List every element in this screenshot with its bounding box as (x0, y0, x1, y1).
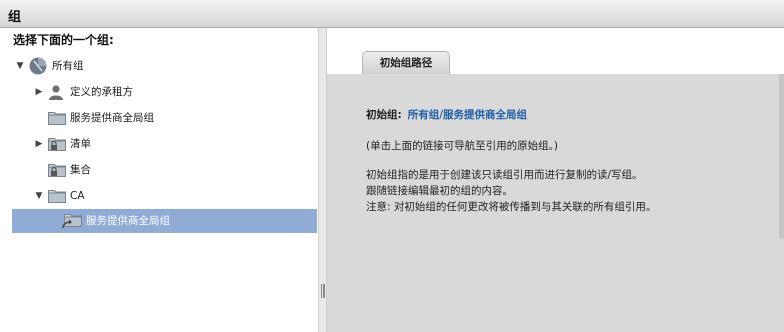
window-title-bar: 组 (0, 0, 784, 28)
tree-item-sp-global-group[interactable]: 服务提供商全局组 (12, 106, 317, 130)
initial-group-line: 初始组: 所有组/服务提供商全局组 (366, 107, 527, 122)
window-title: 组 (8, 10, 22, 25)
tree-item-ca[interactable]: ▼ CA (12, 184, 317, 208)
initial-group-link[interactable]: 所有组/服务提供商全局组 (408, 109, 527, 121)
splitter-grip-icon[interactable] (321, 284, 325, 298)
tree-item-label: 清单 (70, 138, 91, 150)
tree-item-collections[interactable]: 集合 (12, 158, 317, 182)
folder-icon (48, 190, 66, 203)
description-line-3: 注意: 对初始组的任何更改将被传播到与其关联的所有组引用。 (366, 201, 657, 213)
description-line-1: 初始组指的是用于创建该只读组引用而进行复制的读/写组。 (366, 169, 643, 181)
tree-item-label: 所有组 (52, 60, 84, 72)
tree-item-label: 服务提供商全局组 (86, 215, 170, 227)
tree-item-sp-global-group-reference[interactable]: 服务提供商全局组 (12, 209, 317, 233)
expand-toggle-icon[interactable]: ▶ (34, 80, 44, 104)
initial-group-label: 初始组: (366, 109, 402, 121)
right-scrollbar[interactable] (779, 74, 784, 239)
tree-item-all-groups[interactable]: ▼ 所有组 (12, 54, 317, 78)
linked-folder-icon (62, 214, 82, 229)
folder-icon (48, 112, 66, 125)
panel-splitter[interactable] (318, 28, 327, 332)
group-tree-panel: 选择下面的一个组: ▼ 所有组 ▶ 定义的承租方 服务提供商全局组 ▶ 清单 集… (0, 28, 318, 332)
tree-item-label: 集合 (70, 164, 91, 176)
description-line-2: 跟随链接编辑最初的组的内容。 (366, 185, 513, 197)
tree-item-inventory[interactable]: ▶ 清单 (12, 132, 317, 156)
expand-toggle-icon[interactable]: ▼ (34, 184, 44, 208)
tab-initial-group-path[interactable]: 初始组路径 (362, 51, 450, 74)
expand-toggle-icon[interactable]: ▶ (34, 132, 44, 156)
person-icon (49, 85, 63, 100)
initial-group-path-panel: 初始组: 所有组/服务提供商全局组 (单击上面的链接可导航至引用的原始组。) 初始… (327, 74, 784, 332)
tree-item-defined-tenants[interactable]: ▶ 定义的承租方 (12, 80, 317, 104)
expand-toggle-icon[interactable]: ▼ (15, 54, 25, 78)
locked-folder-icon (48, 138, 66, 151)
tree-item-label: 服务提供商全局组 (70, 112, 154, 124)
select-group-prompt: 选择下面的一个组: (13, 33, 114, 47)
tree-item-label: 定义的承租方 (70, 86, 133, 98)
navigate-hint: (单击上面的链接可导航至引用的原始组。) (366, 140, 558, 152)
locked-folder-icon (48, 164, 66, 177)
tree-item-label: CA (70, 190, 85, 202)
globe-icon (29, 57, 47, 75)
